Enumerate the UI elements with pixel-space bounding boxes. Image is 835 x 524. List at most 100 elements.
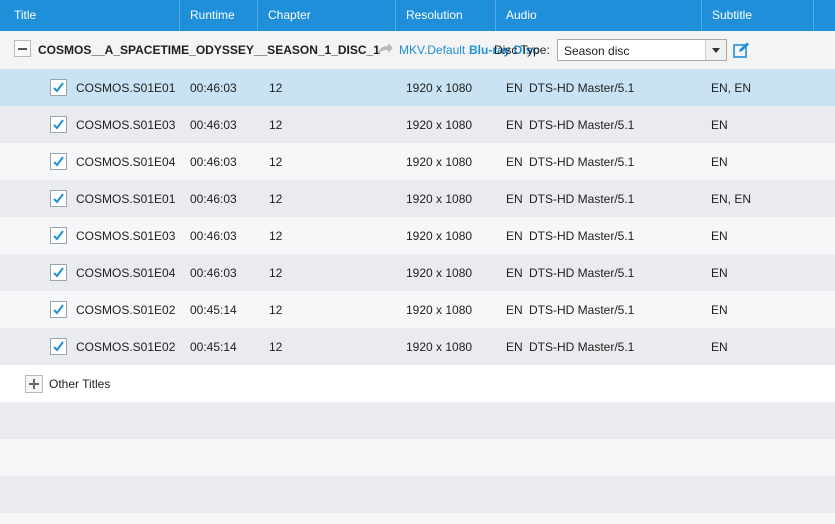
title-row[interactable]: COSMOS.S01E03 00:46:03 12 1920 x 1080 EN DTS-… [0,106,835,143]
check-icon [53,119,64,130]
title-runtime: 00:45:14 [190,340,237,354]
title-row[interactable]: COSMOS.S01E02 00:45:14 12 1920 x 1080 EN DTS-… [0,328,835,365]
title-row[interactable]: COSMOS.S01E04 00:46:03 12 1920 x 1080 EN DTS-… [0,143,835,180]
title-subtitle: EN [711,229,728,243]
empty-row [0,439,835,476]
column-header-spacer [814,0,835,31]
column-header-title[interactable]: Title [0,0,180,31]
chevron-down-icon[interactable] [705,40,726,60]
audio-codec: DTS-HD Master/5.1 [529,229,635,243]
title-subtitle: EN, EN [711,81,752,95]
empty-row [0,513,835,524]
title-resolution: 1920 x 1080 [406,303,473,317]
title-chapters: 12 [269,155,283,169]
audio-language: EN [506,192,523,206]
title-subtitle: EN [711,118,728,132]
minus-square-icon[interactable] [14,40,31,57]
title-row[interactable]: COSMOS.S01E03 00:46:03 12 1920 x 1080 EN DTS-… [0,217,835,254]
audio-language: EN [506,118,523,132]
title-chapters: 12 [269,340,283,354]
title-chapters: 12 [269,266,283,280]
audio-language: EN [506,303,523,317]
title-resolution: 1920 x 1080 [406,340,473,354]
title-runtime: 00:45:14 [190,303,237,317]
check-icon [53,230,64,241]
other-titles-label: Other Titles [49,377,111,391]
column-header-resolution[interactable]: Resolution [396,0,496,31]
title-checkbox[interactable] [50,264,67,281]
audio-codec: DTS-HD Master/5.1 [529,118,635,132]
column-header-bar: Title Runtime Chapter Resolution Audio S… [0,0,835,31]
share-arrow-icon [378,43,393,54]
title-chapters: 12 [269,192,283,206]
column-header-runtime[interactable]: Runtime [180,0,258,31]
title-runtime: 00:46:03 [190,192,237,206]
title-chapters: 12 [269,303,283,317]
disc-type-label: Disc Type: [494,43,550,57]
title-subtitle: EN, EN [711,192,752,206]
title-resolution: 1920 x 1080 [406,229,473,243]
title-row[interactable]: COSMOS.S01E04 00:46:03 12 1920 x 1080 EN DTS-… [0,254,835,291]
title-runtime: 00:46:03 [190,155,237,169]
disc-title: COSMOS__A_SPACETIME_ODYSSEY__SEASON_1_DI… [38,43,380,57]
title-checkbox[interactable] [50,79,67,96]
title-checkbox[interactable] [50,301,67,318]
check-icon [53,82,64,93]
title-name: COSMOS.S01E01 [76,192,176,206]
disc-row: COSMOS__A_SPACETIME_ODYSSEY__SEASON_1_DI… [0,31,835,69]
title-resolution: 1920 x 1080 [406,192,473,206]
title-name: COSMOS.S01E03 [76,229,176,243]
title-resolution: 1920 x 1080 [406,118,473,132]
column-header-audio[interactable]: Audio [496,0,702,31]
title-subtitle: EN [711,303,728,317]
check-icon [53,193,64,204]
column-header-subtitle[interactable]: Subtitle [702,0,814,31]
check-icon [53,304,64,315]
audio-language: EN [506,81,523,95]
title-row[interactable]: COSMOS.S01E02 00:45:14 12 1920 x 1080 EN DTS-… [0,291,835,328]
title-chapters: 12 [269,118,283,132]
title-checkbox[interactable] [50,338,67,355]
title-checkbox[interactable] [50,116,67,133]
title-subtitle: EN [711,340,728,354]
title-chapters: 12 [269,81,283,95]
audio-language: EN [506,266,523,280]
title-resolution: 1920 x 1080 [406,266,473,280]
audio-codec: DTS-HD Master/5.1 [529,81,635,95]
title-row[interactable]: COSMOS.S01E01 00:46:03 12 1920 x 1080 EN DTS-… [0,69,835,106]
disc-type-select[interactable]: Season disc [557,39,727,61]
audio-codec: DTS-HD Master/5.1 [529,155,635,169]
empty-row [0,476,835,513]
title-chapters: 12 [269,229,283,243]
audio-language: EN [506,340,523,354]
empty-row [0,402,835,439]
other-titles-row: Other Titles [0,365,835,402]
plus-square-icon[interactable] [25,375,43,393]
audio-codec: DTS-HD Master/5.1 [529,303,635,317]
title-runtime: 00:46:03 [190,229,237,243]
title-row[interactable]: COSMOS.S01E01 00:46:03 12 1920 x 1080 EN DTS-… [0,180,835,217]
title-runtime: 00:46:03 [190,81,237,95]
title-runtime: 00:46:03 [190,266,237,280]
title-name: COSMOS.S01E02 [76,303,176,317]
disc-type-value: Season disc [564,44,630,58]
title-name: COSMOS.S01E03 [76,118,176,132]
title-name: COSMOS.S01E02 [76,340,176,354]
audio-codec: DTS-HD Master/5.1 [529,266,635,280]
audio-codec: DTS-HD Master/5.1 [529,192,635,206]
title-resolution: 1920 x 1080 [406,155,473,169]
title-checkbox[interactable] [50,227,67,244]
title-checkbox[interactable] [50,190,67,207]
title-checkbox[interactable] [50,153,67,170]
column-header-chapter[interactable]: Chapter [258,0,396,31]
title-subtitle: EN [711,266,728,280]
title-runtime: 00:46:03 [190,118,237,132]
title-name: COSMOS.S01E04 [76,155,176,169]
edit-icon[interactable] [733,42,749,58]
output-profile-link[interactable]: MKV.Default [399,43,465,57]
title-resolution: 1920 x 1080 [406,81,473,95]
title-subtitle: EN [711,155,728,169]
audio-language: EN [506,155,523,169]
check-icon [53,267,64,278]
check-icon [53,156,64,167]
